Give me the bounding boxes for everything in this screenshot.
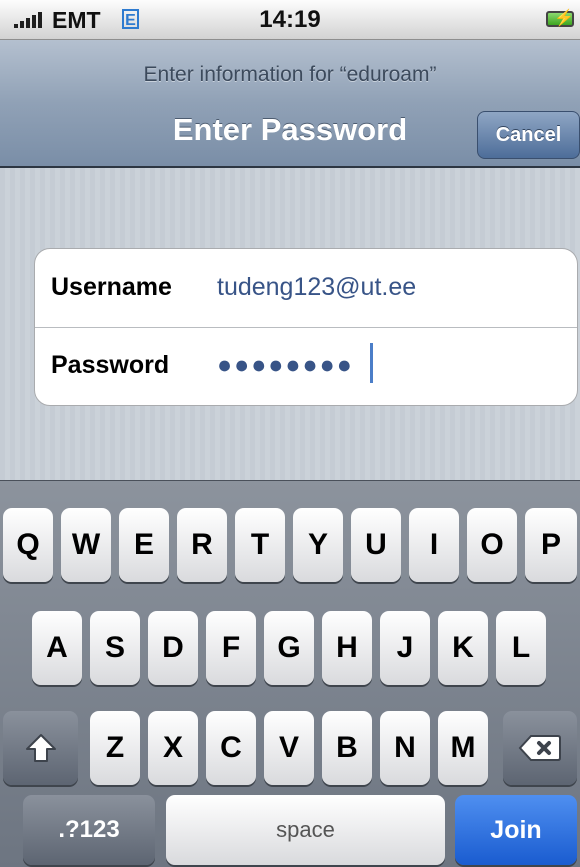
battery-charging-icon — [546, 8, 574, 28]
key-k[interactable]: K — [438, 611, 488, 685]
key-q[interactable]: Q — [3, 508, 53, 582]
status-time: 14:19 — [259, 6, 321, 33]
key-j[interactable]: J — [380, 611, 430, 685]
key-v[interactable]: V — [264, 711, 314, 785]
key-r[interactable]: R — [177, 508, 227, 582]
key-t[interactable]: T — [235, 508, 285, 582]
shift-arrow-icon — [25, 734, 56, 762]
status-bar: EMT E 14:19 — [0, 0, 580, 40]
key-s[interactable]: S — [90, 611, 140, 685]
username-field[interactable]: tudeng123@ut.ee — [217, 273, 416, 302]
key-g[interactable]: G — [264, 611, 314, 685]
numbers-key[interactable]: .?123 — [23, 795, 155, 865]
network-prompt: Enter information for “eduroam” — [143, 63, 437, 86]
delete-key[interactable] — [503, 711, 577, 785]
key-m[interactable]: M — [438, 711, 488, 785]
keyboard: Q W E R T Y U I O P A S D F G H J K L Z … — [0, 480, 580, 867]
key-z[interactable]: Z — [90, 711, 140, 785]
form-area: Username tudeng123@ut.ee Password ●●●●●●… — [0, 168, 580, 480]
key-n[interactable]: N — [380, 711, 430, 785]
key-c[interactable]: C — [206, 711, 256, 785]
key-h[interactable]: H — [322, 611, 372, 685]
password-label: Password — [51, 351, 170, 379]
join-key[interactable]: Join — [455, 795, 577, 865]
text-cursor — [370, 343, 373, 383]
cancel-button[interactable]: Cancel — [477, 111, 580, 159]
password-row[interactable]: Password ●●●●●●●● — [35, 327, 577, 405]
key-d[interactable]: D — [148, 611, 198, 685]
password-field[interactable]: ●●●●●●●● — [217, 351, 354, 380]
key-a[interactable]: A — [32, 611, 82, 685]
key-p[interactable]: P — [525, 508, 577, 582]
key-o[interactable]: O — [467, 508, 517, 582]
key-x[interactable]: X — [148, 711, 198, 785]
key-b[interactable]: B — [322, 711, 372, 785]
credentials-group: Username tudeng123@ut.ee Password ●●●●●●… — [34, 248, 578, 406]
key-e[interactable]: E — [119, 508, 169, 582]
backspace-icon — [518, 735, 561, 761]
key-f[interactable]: F — [206, 611, 256, 685]
shift-key[interactable] — [3, 711, 78, 785]
space-key[interactable]: space — [166, 795, 445, 865]
key-l[interactable]: L — [496, 611, 546, 685]
key-i[interactable]: I — [409, 508, 459, 582]
username-row[interactable]: Username tudeng123@ut.ee — [35, 249, 577, 328]
navigation-bar: Enter information for “eduroam” Enter Pa… — [0, 40, 580, 168]
key-y[interactable]: Y — [293, 508, 343, 582]
key-u[interactable]: U — [351, 508, 401, 582]
key-w[interactable]: W — [61, 508, 111, 582]
username-label: Username — [51, 273, 172, 301]
